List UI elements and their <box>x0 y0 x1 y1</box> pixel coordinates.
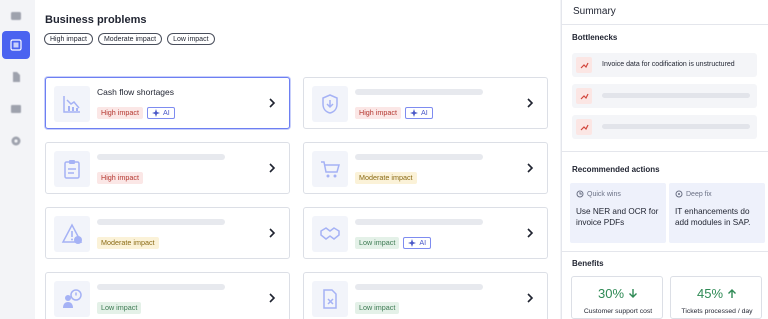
title-placeholder <box>97 219 225 225</box>
settings-icon[interactable] <box>7 132 25 150</box>
bottleneck-item[interactable] <box>572 84 757 108</box>
benefit-value: 45% <box>696 286 724 301</box>
chevron-right-icon <box>269 98 276 108</box>
ai-badge: AI <box>146 107 175 119</box>
declining-chart-icon <box>54 86 90 122</box>
divider <box>562 24 768 25</box>
action-label: Deep fix <box>686 190 712 198</box>
filter-moderate-impact[interactable]: Moderate impact <box>97 33 163 45</box>
handshake-icon <box>312 216 348 252</box>
left-rail <box>0 0 32 319</box>
divider <box>562 251 768 252</box>
problem-card[interactable]: High impact <box>45 142 290 194</box>
impact-badge: Low impact <box>97 302 142 314</box>
card-title: Cash flow shortages <box>97 87 175 97</box>
page-title: Business problems <box>45 14 147 26</box>
impact-badge: Moderate impact <box>97 237 159 249</box>
title-placeholder <box>355 89 483 95</box>
benefit-label: Tickets processed / day <box>681 308 753 315</box>
trending-up-icon <box>576 119 592 135</box>
title-placeholder <box>97 284 225 290</box>
action-text: Use NER and OCR for invoice PDFs <box>576 207 659 227</box>
title-placeholder <box>355 219 483 225</box>
document-icon[interactable] <box>7 68 25 86</box>
chevron-right-icon <box>269 228 276 238</box>
bottleneck-text: Invoice data for codification is unstruc… <box>602 61 735 68</box>
benefits-title: Benefits <box>572 259 604 268</box>
impact-badge: Moderate impact <box>355 172 417 184</box>
action-deep-fix[interactable]: Deep fix IT enhancements do add modules … <box>669 183 765 243</box>
problem-card[interactable]: Low impact <box>45 272 290 319</box>
bottleneck-item[interactable] <box>572 115 757 139</box>
title-placeholder <box>355 284 483 290</box>
ai-label: AI <box>162 108 170 117</box>
ai-label: AI <box>420 108 428 117</box>
divider <box>562 151 768 152</box>
chevron-right-icon <box>269 163 276 173</box>
impact-badge: Low impact <box>355 237 400 249</box>
trending-up-icon <box>576 88 592 104</box>
chevron-right-icon <box>527 98 534 108</box>
ai-label: AI <box>419 238 427 247</box>
warning-dollar-icon <box>54 216 90 252</box>
problem-card-cash-flow[interactable]: Cash flow shortages High impact AI <box>45 77 290 129</box>
impact-badge: High impact <box>355 107 401 119</box>
trending-up-icon <box>576 57 592 73</box>
filter-low-impact[interactable]: Low impact <box>167 33 215 45</box>
benefit-label: Customer support cost <box>583 308 653 315</box>
action-label: Quick wins <box>587 190 621 198</box>
summary-title: Summary <box>573 6 616 17</box>
downward-shield-icon <box>312 86 348 122</box>
problem-card[interactable]: Low impact <box>303 272 548 319</box>
image-icon[interactable] <box>7 100 25 118</box>
problem-card[interactable]: Moderate impact <box>303 142 548 194</box>
title-placeholder <box>97 154 225 160</box>
bottleneck-item[interactable]: Invoice data for codification is unstruc… <box>572 53 757 77</box>
clipboard-icon <box>54 151 90 187</box>
impact-badge: Low impact <box>355 302 400 314</box>
business-problems-panel: Business problems High impact Moderate i… <box>35 0 560 319</box>
inbox-icon[interactable] <box>7 7 25 25</box>
problem-card[interactable]: Moderate impact <box>45 207 290 259</box>
chevron-right-icon <box>527 293 534 303</box>
problem-card[interactable]: High impact AI <box>303 77 548 129</box>
ai-badge: AI <box>403 237 432 249</box>
action-quick-wins[interactable]: Quick wins Use NER and OCR for invoice P… <box>570 183 666 243</box>
title-placeholder <box>355 154 483 160</box>
cart-icon <box>312 151 348 187</box>
arrow-up-icon <box>728 289 737 298</box>
sparkle-icon <box>408 239 417 247</box>
users-alert-icon <box>54 281 90 317</box>
chevron-right-icon <box>527 163 534 173</box>
filter-high-impact[interactable]: High impact <box>44 33 93 45</box>
arrow-down-icon <box>629 289 638 298</box>
bottlenecks-title: Bottlenecks <box>572 33 618 42</box>
grid-icon[interactable] <box>2 31 30 59</box>
impact-filters: High impact Moderate impact Low impact <box>44 33 215 45</box>
problem-card[interactable]: Low impact AI <box>303 207 548 259</box>
recommended-actions-title: Recommended actions <box>572 165 660 174</box>
sparkle-icon <box>409 109 418 117</box>
chevron-right-icon <box>269 293 276 303</box>
summary-panel: Summary Bottlenecks Invoice data for cod… <box>561 0 768 319</box>
sparkle-icon <box>151 109 160 117</box>
deep-fix-icon <box>675 190 683 198</box>
text-placeholder <box>602 124 750 129</box>
benefit-value: 30% <box>597 286 625 301</box>
ai-badge: AI <box>404 107 433 119</box>
text-placeholder <box>602 93 750 98</box>
document-x-icon <box>312 281 348 317</box>
quick-wins-icon <box>576 190 584 198</box>
action-text: IT enhancements do add modules in SAP. <box>675 207 751 227</box>
chevron-right-icon <box>527 228 534 238</box>
impact-badge: High impact <box>97 172 143 184</box>
benefit-card: 30% Customer support cost <box>571 276 663 319</box>
benefit-card: 45% Tickets processed / day <box>670 276 762 319</box>
impact-badge: High impact <box>97 107 143 119</box>
